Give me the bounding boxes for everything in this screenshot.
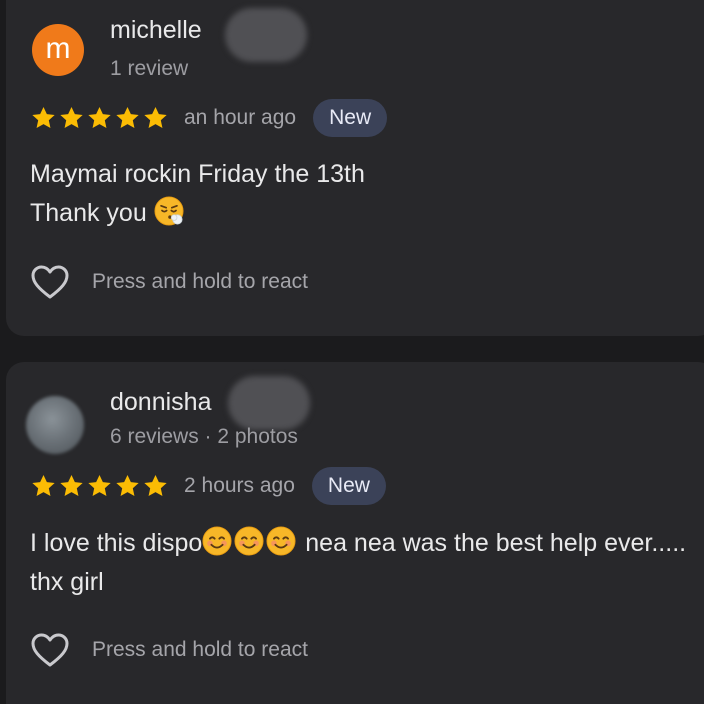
star-icon	[30, 105, 57, 131]
star-icon	[86, 473, 113, 499]
review-text-line: Maymai rockin Friday the 13th	[30, 160, 365, 188]
avatar[interactable]: m	[32, 24, 84, 76]
reviews-feed: m michelle 1 review an hour ago New Maym…	[0, 0, 704, 704]
star-icon	[114, 473, 141, 499]
review-text-fragment: I love this dispo	[30, 529, 203, 557]
heart-icon[interactable]	[30, 632, 70, 668]
star-icon	[86, 105, 113, 131]
star-icon	[30, 473, 57, 499]
reviewer-name[interactable]: michelle	[110, 16, 202, 45]
face-exhaling-emoji-icon	[154, 196, 184, 226]
review-card: m michelle 1 review an hour ago New Maym…	[6, 0, 704, 336]
reviewer-meta: 6 reviews · 2 photos	[110, 425, 298, 448]
rating-row: an hour ago New	[30, 99, 388, 137]
reviewer-name[interactable]: donnisha	[110, 388, 211, 417]
react-row[interactable]: Press and hold to react	[30, 630, 308, 670]
avatar[interactable]	[26, 396, 84, 454]
review-time: 2 hours ago	[184, 474, 295, 497]
smiling-face-emoji-icon	[202, 526, 232, 556]
redacted-surname	[228, 376, 310, 430]
star-rating	[30, 105, 169, 131]
smiling-face-emoji-icon	[234, 526, 264, 556]
heart-icon[interactable]	[30, 264, 70, 300]
rating-row: 2 hours ago New	[30, 467, 386, 505]
new-badge: New	[311, 467, 386, 505]
react-row[interactable]: Press and hold to react	[30, 262, 308, 302]
react-label: Press and hold to react	[92, 270, 308, 293]
review-text: I love this dispo nea nea was the best h…	[30, 524, 690, 602]
review-time: an hour ago	[184, 106, 297, 129]
new-badge: New	[313, 99, 388, 137]
review-card: donnisha 6 reviews · 2 photos 2 hours ag…	[6, 362, 704, 704]
star-icon	[58, 105, 85, 131]
reviewer-meta: 1 review	[110, 57, 189, 80]
star-icon	[142, 473, 169, 499]
star-icon	[58, 473, 85, 499]
star-rating	[30, 473, 169, 499]
review-text-fragment: Thank you	[30, 199, 147, 227]
review-text-line: Thank you	[30, 194, 690, 233]
star-icon	[142, 105, 169, 131]
star-icon	[114, 105, 141, 131]
smiling-face-emoji-icon	[266, 526, 296, 556]
redacted-surname	[225, 8, 307, 62]
review-text: Maymai rockin Friday the 13th Thank you	[30, 155, 690, 233]
react-label: Press and hold to react	[92, 638, 308, 661]
